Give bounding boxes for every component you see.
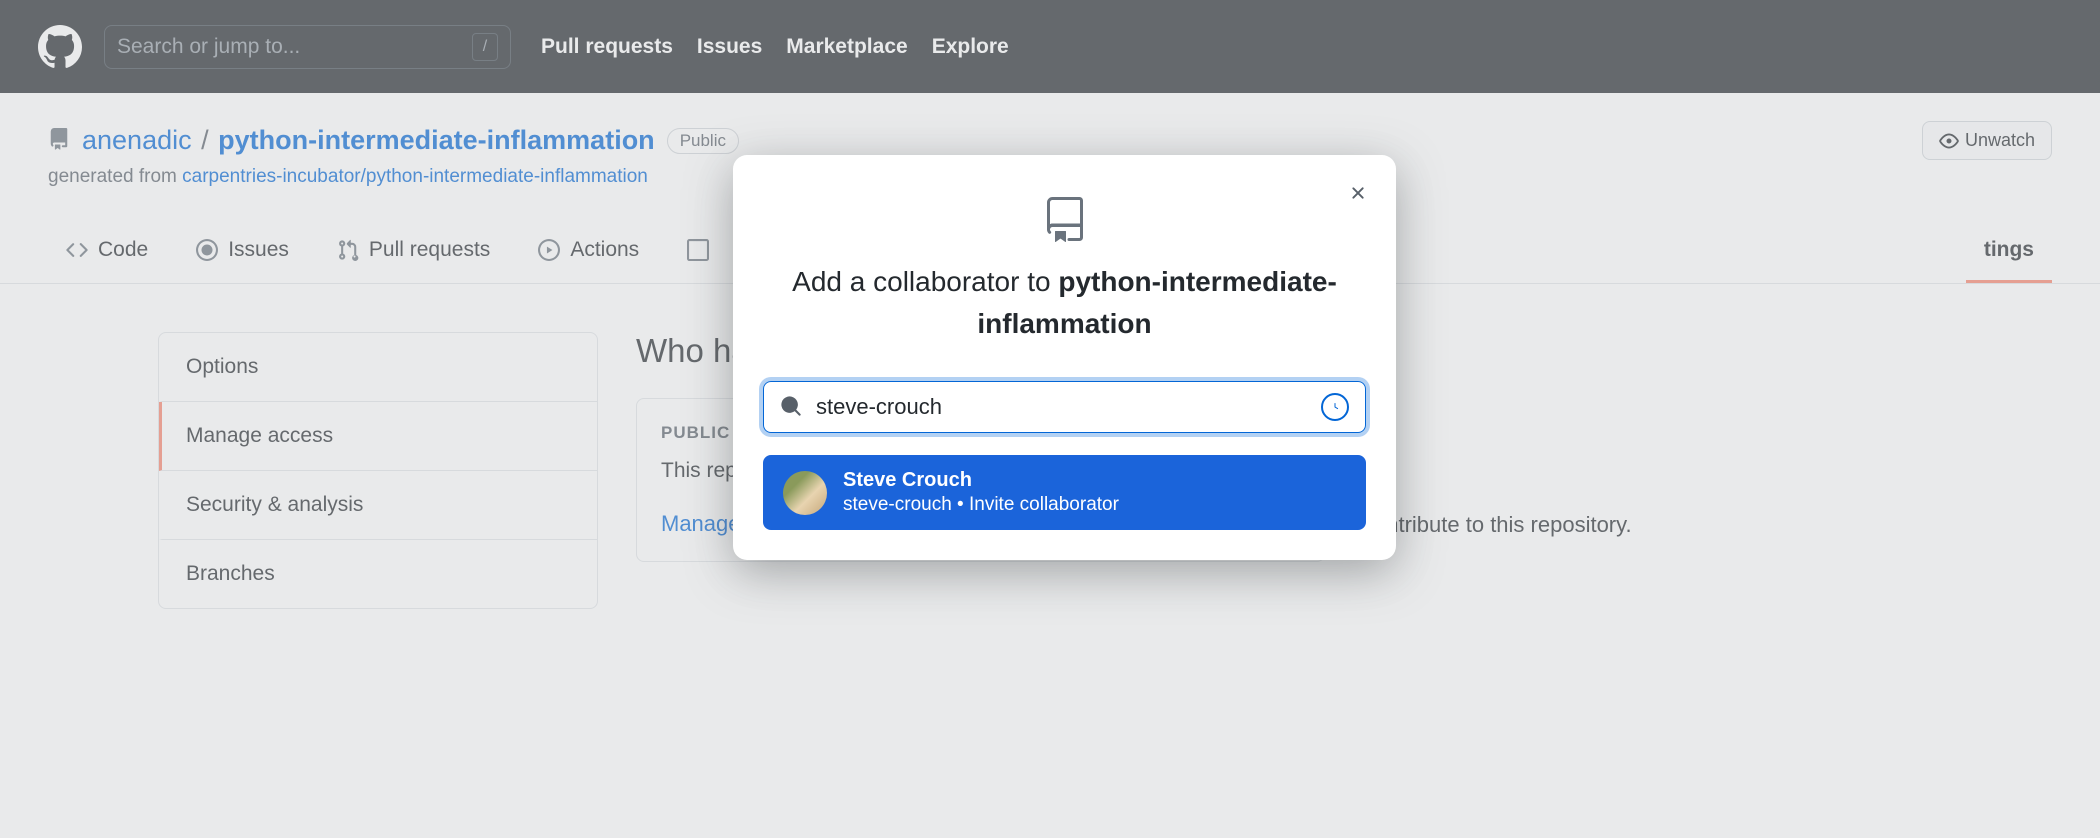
sidebar-item-security[interactable]: Security & analysis	[159, 471, 597, 540]
tab-projects-truncated[interactable]	[669, 226, 727, 283]
global-search[interactable]: Search or jump to... /	[104, 25, 511, 69]
github-logo[interactable]	[36, 23, 84, 71]
search-result-item[interactable]: Steve Crouch steve-crouch • Invite colla…	[763, 455, 1366, 530]
avatar	[783, 471, 827, 515]
top-header: Search or jump to... / Pull requests Iss…	[0, 0, 2100, 93]
repo-name-link[interactable]: python-intermediate-inflammation	[218, 125, 655, 155]
play-icon	[538, 239, 560, 261]
eye-icon	[1939, 131, 1959, 151]
manage-link[interactable]: Manage	[661, 511, 741, 537]
search-icon	[780, 395, 802, 420]
tab-actions[interactable]: Actions	[520, 226, 657, 283]
repo-icon	[48, 128, 70, 153]
direct-access-text: contribute to this repository.	[1363, 332, 2052, 609]
result-subtitle: steve-crouch • Invite collaborator	[843, 494, 1119, 516]
code-icon	[66, 239, 88, 261]
repo-icon-large	[763, 195, 1366, 243]
nav-explore[interactable]: Explore	[932, 35, 1009, 59]
slash-kbd: /	[472, 33, 498, 61]
collaborator-search-field[interactable]	[763, 381, 1366, 433]
sidebar-item-manage-access[interactable]: Manage access	[159, 402, 597, 471]
search-placeholder: Search or jump to...	[117, 35, 300, 59]
visibility-badge: Public	[667, 128, 739, 154]
add-collaborator-dialog: Add a collaborator to python-intermediat…	[733, 155, 1396, 560]
issue-icon	[196, 239, 218, 261]
dialog-title: Add a collaborator to python-intermediat…	[763, 261, 1366, 345]
close-button[interactable]	[1342, 177, 1374, 212]
sidebar-item-options[interactable]: Options	[159, 333, 597, 402]
project-icon	[687, 239, 709, 261]
nav-pull-requests[interactable]: Pull requests	[541, 35, 673, 59]
result-name: Steve Crouch	[843, 469, 1119, 492]
nav-marketplace[interactable]: Marketplace	[786, 35, 907, 59]
collaborator-search-input[interactable]	[816, 394, 1321, 420]
owner-link[interactable]: anenadic	[82, 125, 192, 155]
generated-from-link[interactable]: carpentries-incubator/python-intermediat…	[182, 166, 648, 187]
settings-sidebar: Options Manage access Security & analysi…	[158, 332, 598, 609]
tab-pull-requests[interactable]: Pull requests	[319, 226, 508, 283]
tab-settings[interactable]: tings	[1966, 226, 2052, 283]
close-icon	[1348, 183, 1368, 203]
repo-title: anenadic / python-intermediate-inflammat…	[82, 125, 655, 156]
unwatch-button[interactable]: Unwatch	[1922, 121, 2052, 160]
nav-issues[interactable]: Issues	[697, 35, 762, 59]
tab-issues[interactable]: Issues	[178, 226, 307, 283]
tab-code[interactable]: Code	[48, 226, 166, 283]
sidebar-item-branches[interactable]: Branches	[159, 540, 597, 608]
pull-request-icon	[337, 239, 359, 261]
clock-icon[interactable]	[1321, 393, 1349, 421]
top-nav: Pull requests Issues Marketplace Explore	[541, 35, 1009, 59]
